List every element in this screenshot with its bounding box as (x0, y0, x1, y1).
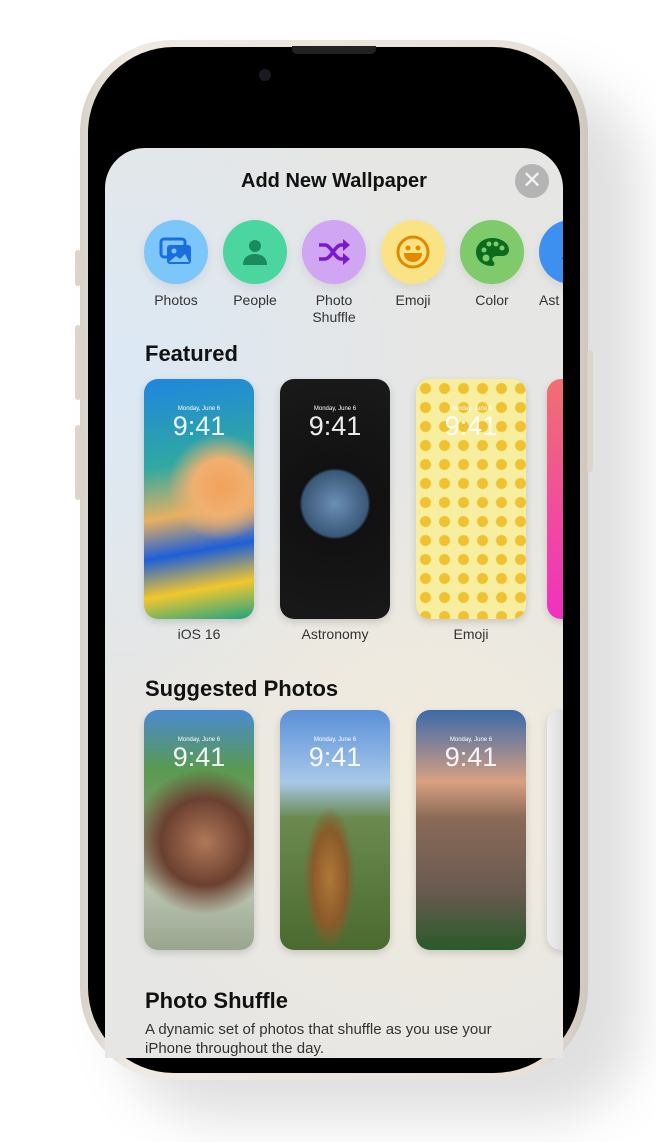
wallpaper-ios16[interactable]: Monday, June 6 9:41 (144, 379, 254, 619)
person-icon (243, 240, 267, 265)
suggested-photo-1[interactable]: Monday, June 6 9:41 (144, 710, 254, 950)
category-label: Emoji (395, 292, 431, 308)
sheet-title: Add New Wallpaper (241, 170, 427, 192)
photos-icon (159, 237, 191, 264)
wallpaper-label: Emoji (453, 626, 489, 642)
suggested-photo-3[interactable]: Monday, June 6 9:41 (416, 710, 526, 950)
wallpaper-emoji[interactable]: Monday, June 6 9:41 (416, 379, 526, 619)
photo-shuffle-description: A dynamic set of photos that shuffle as … (145, 1021, 492, 1057)
category-label: Photos (154, 292, 198, 308)
speaker (292, 46, 376, 54)
action-button (75, 250, 81, 286)
category-color[interactable]: Color (460, 220, 524, 309)
smiley-icon (396, 235, 430, 269)
add-wallpaper-sheet: Add New Wallpaper ✕ Photos People Photo … (105, 148, 563, 1058)
shuffle-icon (319, 239, 350, 265)
xmark-icon: ✕ (521, 167, 543, 194)
category-emoji[interactable]: Emoji (381, 220, 445, 309)
category-label: Color (475, 292, 509, 308)
featured-heading: Featured (145, 341, 238, 366)
wallpaper-gradient[interactable] (547, 379, 563, 619)
category-astronomy[interactable]: ☁ Ast (539, 220, 563, 309)
category-label: People (233, 292, 277, 308)
close-button[interactable]: ✕ (515, 164, 549, 198)
wallpaper-astronomy[interactable]: Monday, June 6 9:41 (280, 379, 390, 619)
suggested-photos-heading: Suggested Photos (145, 676, 339, 701)
cloud-icon: ☁ (560, 239, 563, 265)
wallpaper-label: iOS 16 (177, 626, 221, 642)
category-label: Photo Shuffle (312, 292, 356, 325)
palette-icon (476, 238, 509, 266)
wallpaper-label: Astronomy (301, 626, 369, 642)
category-people[interactable]: People (223, 220, 287, 309)
suggested-photo-4[interactable] (547, 710, 563, 950)
front-camera (259, 69, 271, 81)
suggested-photo-2[interactable]: Monday, June 6 9:41 (280, 710, 390, 950)
category-photo-shuffle[interactable]: Photo Shuffle (302, 220, 366, 326)
photo-shuffle-heading: Photo Shuffle (145, 988, 288, 1013)
category-photos[interactable]: Photos (144, 220, 208, 309)
category-label: Ast (539, 292, 560, 308)
side-button (587, 350, 593, 472)
volume-down-button (75, 425, 81, 500)
volume-up-button (75, 325, 81, 400)
